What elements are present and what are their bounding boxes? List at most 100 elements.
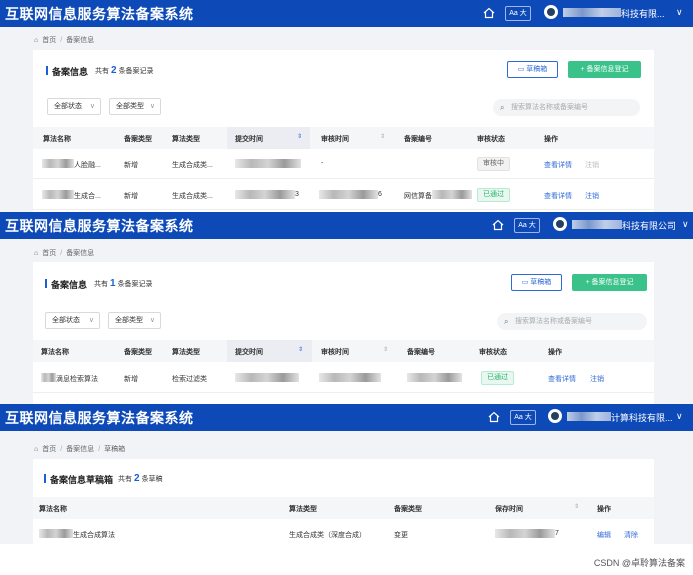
font-size-toggle[interactable]: Aa 大 <box>514 218 540 233</box>
sort-icon[interactable]: ⇕ <box>297 133 302 140</box>
app-title: 互联网信息服务算法备案系统 <box>5 6 194 22</box>
masked-text <box>39 529 73 538</box>
masked-submit-time <box>235 373 299 382</box>
table-header: 算法名称 备案类型 算法类型 提交时间 ⇕ 审核时间 ⇕ 备案编号 审核状态 操… <box>33 127 654 149</box>
save-time-tail: 7 <box>555 530 559 537</box>
view-details-link[interactable]: 查看详情 <box>544 160 572 170</box>
home-icon: ⌂ <box>34 37 39 44</box>
search-icon: ⌕ <box>504 317 509 326</box>
search-input[interactable]: ⌕ 搜索算法名称或备案编号 <box>497 313 647 330</box>
user-avatar[interactable] <box>553 217 567 231</box>
col-algorithm-name: 算法名称 <box>39 506 67 513</box>
top-header: 互联网信息服务算法备案系统 Aa 大 科技有限公司 ∨ <box>0 212 693 239</box>
delete-draft-link[interactable]: 清除 <box>624 530 638 540</box>
col-save-time[interactable]: 保存时间 <box>495 504 523 514</box>
home-icon[interactable] <box>492 219 504 231</box>
algorithm-name: 生成合... <box>74 193 101 200</box>
breadcrumb-filing: 备案信息 <box>66 37 95 44</box>
sort-icon[interactable]: ⇕ <box>380 133 385 140</box>
table-row: 人脸融... 新增 生成合成类... - 审核中 查看详情 注销 <box>33 149 654 179</box>
col-algorithm-type: 算法类型 <box>289 506 317 513</box>
register-filing-button[interactable]: + 备案信息登记 <box>568 61 641 78</box>
filing-type: 新增 <box>124 162 138 169</box>
user-avatar[interactable] <box>548 409 562 423</box>
view-details-link[interactable]: 查看详情 <box>544 191 572 201</box>
masked-filing-number <box>407 373 462 382</box>
user-name[interactable]: 科技有限公司 <box>622 219 676 232</box>
font-size-toggle[interactable]: Aa 大 <box>510 410 536 425</box>
home-icon[interactable] <box>483 7 495 19</box>
algorithm-name: 人脸融... <box>74 162 101 169</box>
masked-text <box>42 190 74 199</box>
search-input[interactable]: ⌕ 搜索算法名称或备案编号 <box>493 99 640 116</box>
masked-save-time <box>495 529 555 538</box>
cancel-filing-link[interactable]: 注销 <box>590 374 604 384</box>
app-title: 互联网信息服务算法备案系统 <box>5 218 194 234</box>
register-filing-button[interactable]: + 备案信息登记 <box>572 274 647 291</box>
table-header: 算法名称 备案类型 算法类型 提交时间 ⇕ 审核时间 ⇕ 备案编号 审核状态 操… <box>33 340 654 362</box>
table-header: 算法名称 算法类型 备案类型 保存时间 ⇕ 操作 <box>33 497 654 519</box>
col-review-time[interactable]: 审核时间 <box>321 134 349 144</box>
chevron-down-icon[interactable]: ∨ <box>676 7 683 18</box>
col-review-status: 审核状态 <box>477 136 505 143</box>
draft-box-button[interactable]: ▭ 草稿箱 <box>511 274 562 291</box>
user-name[interactable]: 科技有限... <box>621 7 665 20</box>
font-size-toggle[interactable]: Aa 大 <box>505 6 531 21</box>
col-review-time[interactable]: 审核时间 <box>321 347 349 357</box>
col-submit-time[interactable]: 提交时间 <box>235 347 263 357</box>
type-filter[interactable]: 全部类型 ∨ <box>109 98 161 115</box>
breadcrumb-filing: 备案信息 <box>66 250 95 257</box>
edit-draft-link[interactable]: 编辑 <box>597 530 611 540</box>
status-badge: 已通过 <box>477 188 510 202</box>
sort-icon[interactable]: ⇕ <box>383 346 388 353</box>
breadcrumb-home[interactable]: 首页 <box>42 37 56 44</box>
view-details-link[interactable]: 查看详情 <box>548 374 576 384</box>
user-name[interactable]: 计算科技有限... <box>611 411 673 424</box>
review-time-tail: 6 <box>378 191 382 198</box>
chevron-down-icon: ∨ <box>149 317 155 324</box>
screenshot-panel-filing-list-2: 互联网信息服务算法备案系统 Aa 大 科技有限公司 ∨ ⌂ 首页 / 备案信息 备案信… <box>0 212 693 404</box>
top-header: 互联网信息服务算法备案系统 Aa 大 计算科技有限... ∨ <box>0 404 693 431</box>
cancel-filing-link[interactable]: 注销 <box>585 160 599 170</box>
home-icon: ⌂ <box>34 250 39 257</box>
filing-type: 新增 <box>124 376 138 383</box>
col-actions: 操作 <box>548 349 562 356</box>
breadcrumb-filing[interactable]: 备案信息 <box>66 446 94 453</box>
status-filter[interactable]: 全部状态 ∨ <box>47 98 101 115</box>
algorithm-type: 生成合成类（深度合成） <box>289 532 366 539</box>
sort-icon[interactable]: ⇕ <box>298 346 303 353</box>
masked-submit-time <box>235 159 301 168</box>
col-algorithm-name: 算法名称 <box>43 136 71 143</box>
filing-card: 备案信息 共有 2 条备案记录 ▭ 草稿箱 + 备案信息登记 全部状态 ∨ 全部类型 ∨… <box>33 50 654 212</box>
col-filing-type: 备案类型 <box>124 136 152 143</box>
col-submit-time[interactable]: 提交时间 <box>235 134 263 144</box>
filing-type: 新增 <box>124 193 138 200</box>
breadcrumb: ⌂ 首页 / 备案信息 / 草稿箱 <box>34 446 126 453</box>
chevron-down-icon[interactable]: ∨ <box>682 219 689 230</box>
status-filter[interactable]: 全部状态 ∨ <box>45 312 100 329</box>
record-count: 共有 1 条备案记录 <box>94 278 153 289</box>
masked-user-name <box>563 8 621 17</box>
filing-number: 网信算备 <box>404 193 432 200</box>
cancel-filing-link[interactable]: 注销 <box>585 191 599 201</box>
app-title: 互联网信息服务算法备案系统 <box>5 410 194 426</box>
record-count: 共有 2 条备案记录 <box>95 65 154 76</box>
col-filing-number: 备案编号 <box>404 136 432 143</box>
status-badge: 审核中 <box>477 157 510 171</box>
table-row: 生成合成算法 生成合成类（深度合成） 变更 7 编辑 清除 <box>33 519 654 544</box>
algorithm-name: 滴息检索算法 <box>56 376 98 383</box>
draft-box-button[interactable]: ▭ 草稿箱 <box>507 61 558 78</box>
sort-icon[interactable]: ⇕ <box>574 503 579 510</box>
breadcrumb-home[interactable]: 首页 <box>42 250 56 257</box>
col-actions: 操作 <box>544 136 558 143</box>
chevron-down-icon[interactable]: ∨ <box>676 411 683 422</box>
col-algorithm-type: 算法类型 <box>172 136 200 143</box>
user-avatar[interactable] <box>544 5 558 19</box>
masked-submit-time <box>235 190 295 199</box>
type-filter[interactable]: 全部类型 ∨ <box>108 312 161 329</box>
home-icon[interactable] <box>488 411 500 423</box>
top-header: 互联网信息服务算法备案系统 Aa 大 科技有限... ∨ <box>0 0 693 27</box>
search-icon: ⌕ <box>500 103 505 112</box>
screenshot-panel-filing-list-1: 互联网信息服务算法备案系统 Aa 大 科技有限... ∨ ⌂ 首页 / 备案信息 备案… <box>0 0 693 212</box>
breadcrumb-home[interactable]: 首页 <box>42 446 56 453</box>
